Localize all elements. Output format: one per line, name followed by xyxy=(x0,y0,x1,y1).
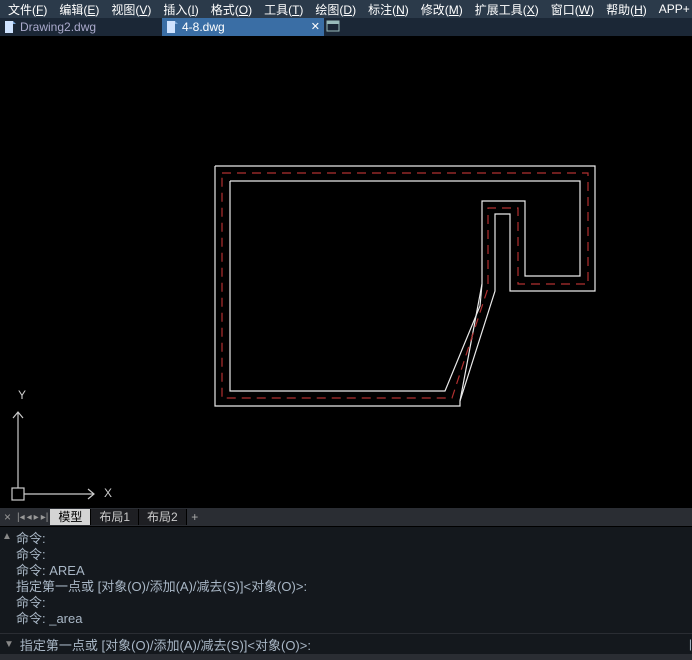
menu-item-V[interactable]: 视图(V) xyxy=(105,1,157,18)
menu-item-I[interactable]: 插入(I) xyxy=(157,1,204,18)
layout-tab-model[interactable]: 模型 xyxy=(50,509,91,525)
document-tab-bar: Drawing2.dwg 4-8.dwg ✕ xyxy=(0,18,692,36)
first-icon[interactable]: |◂ xyxy=(17,512,25,523)
chevron-down-icon[interactable]: ▼ xyxy=(0,639,18,650)
layout-tab-layout2[interactable]: 布局2 xyxy=(139,509,187,525)
menu-item-E[interactable]: 编辑(E) xyxy=(53,1,105,18)
menu-item-W[interactable]: 窗口(W) xyxy=(545,1,600,18)
menu-item-APP+[interactable]: APP+ xyxy=(653,2,692,16)
command-history-line: 命令: xyxy=(16,531,684,547)
menu-item-F[interactable]: 文件(F) xyxy=(2,1,53,18)
menu-item-N[interactable]: 标注(N) xyxy=(362,1,415,18)
command-history: ▲ 命令:命令:命令: AREA指定第一点或 [对象(O)/添加(A)/减去(S… xyxy=(0,526,692,633)
command-history-line: 命令: _area xyxy=(16,611,684,627)
status-bar xyxy=(0,654,692,660)
add-layout-button[interactable]: + xyxy=(187,510,203,524)
menu-item-D[interactable]: 绘图(D) xyxy=(309,1,362,18)
menu-item-T[interactable]: 工具(T) xyxy=(258,1,309,18)
doc-tab-inactive[interactable]: Drawing2.dwg xyxy=(0,18,162,36)
ucs-y-label: Y xyxy=(18,388,26,402)
doc-tab-label: 4-8.dwg xyxy=(182,20,225,34)
ucs-x-label: X xyxy=(104,486,112,500)
command-history-line: 指定第一点或 [对象(O)/添加(A)/减去(S)]<对象(O)>: xyxy=(16,579,684,595)
menu-item-M[interactable]: 修改(M) xyxy=(415,1,469,18)
close-icon[interactable]: × xyxy=(0,510,15,524)
menu-item-H[interactable]: 帮助(H) xyxy=(600,1,653,18)
doc-tab-active[interactable]: 4-8.dwg ✕ xyxy=(162,18,324,36)
dwg-file-icon xyxy=(166,21,178,33)
prev-icon[interactable]: ◂ xyxy=(27,512,32,523)
layout-nav-arrows: |◂ ◂ ▸ ▸| xyxy=(15,512,50,523)
layout-tab-layout1[interactable]: 布局1 xyxy=(91,509,139,525)
menu-bar: 文件(F)编辑(E)视图(V)插入(I)格式(O)工具(T)绘图(D)标注(N)… xyxy=(0,0,692,18)
drawing-canvas[interactable]: X Y xyxy=(0,36,692,508)
menu-item-X[interactable]: 扩展工具(X) xyxy=(469,1,545,18)
command-input[interactable] xyxy=(311,636,691,653)
ucs-icon xyxy=(8,394,108,504)
command-input-row: ▼ 指定第一点或 [对象(O)/添加(A)/减去(S)]<对象(O)>: | xyxy=(0,633,692,654)
menu-item-O[interactable]: 格式(O) xyxy=(205,1,258,18)
command-history-line: 命令: xyxy=(16,547,684,563)
command-history-line: 命令: AREA xyxy=(16,563,684,579)
chevron-up-icon[interactable]: ▲ xyxy=(2,529,12,545)
new-doc-button[interactable] xyxy=(324,18,342,36)
layout-tab-bar: × |◂ ◂ ▸ ▸| 模型 布局1 布局2 + xyxy=(0,508,692,526)
close-icon[interactable]: ✕ xyxy=(311,20,320,33)
command-history-line: 命令: xyxy=(16,595,684,611)
last-icon[interactable]: ▸| xyxy=(41,512,49,523)
next-icon[interactable]: ▸ xyxy=(34,512,39,523)
dwg-file-icon xyxy=(4,21,16,33)
doc-tab-label: Drawing2.dwg xyxy=(20,20,96,34)
command-prompt: 指定第一点或 [对象(O)/添加(A)/减去(S)]<对象(O)>: xyxy=(18,635,311,654)
